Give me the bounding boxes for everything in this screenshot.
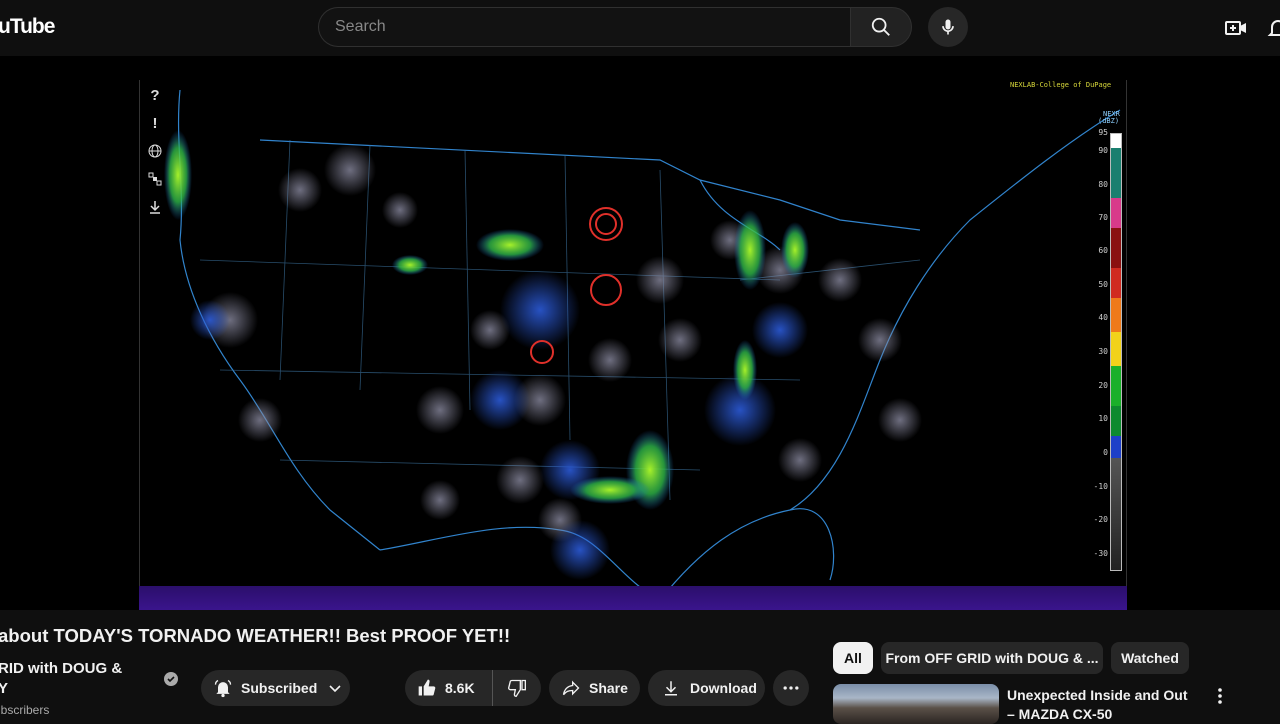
dislike-button[interactable] — [493, 670, 541, 706]
scale-label: 10 — [1098, 414, 1108, 423]
bell-ring-icon — [214, 679, 232, 698]
scale-seg — [1111, 268, 1121, 298]
download-label: Download — [690, 680, 757, 696]
like-count: 8.6K — [445, 680, 475, 696]
more-actions-button[interactable] — [773, 670, 809, 706]
channel-name[interactable]: RID with DOUG & — [0, 660, 122, 678]
create-video-icon — [1225, 21, 1246, 35]
recommendation-menu-button[interactable] — [1210, 686, 1230, 706]
thumbs-down-icon — [507, 679, 526, 698]
scale-label: -20 — [1093, 515, 1108, 524]
scale-seg — [1111, 436, 1121, 458]
subscriber-count: ubscribers — [0, 703, 50, 717]
subscribed-label: Subscribed — [241, 680, 318, 696]
radar-credit: NEXLAB-College of DuPage — [1010, 81, 1112, 89]
radar-map-graphic — [164, 89, 1121, 601]
recommendation-thumbnail[interactable] — [833, 684, 999, 724]
search-box — [318, 7, 850, 47]
scale-label: -10 — [1093, 482, 1108, 491]
chip-watched[interactable]: Watched — [1111, 642, 1189, 674]
radar-toolbar: ? ! — [146, 84, 164, 224]
scale-label: 70 — [1098, 213, 1108, 222]
youtube-logo[interactable]: uTube — [0, 15, 55, 39]
share-label: Share — [589, 680, 628, 696]
scale-seg — [1111, 458, 1121, 570]
scale-label: 95 — [1098, 128, 1108, 137]
radar-map — [139, 80, 1127, 610]
scale-seg — [1111, 148, 1121, 198]
chevron-down-icon — [329, 685, 341, 693]
scale-seg — [1111, 228, 1121, 268]
verified-badge-icon — [164, 672, 178, 686]
mic-icon — [942, 19, 954, 35]
thumbs-up-icon — [418, 679, 436, 696]
scale-label: 60 — [1098, 246, 1108, 255]
scale-seg — [1111, 332, 1121, 366]
voice-search-button[interactable] — [928, 7, 968, 47]
recommendation-title[interactable]: Unexpected Inside and Out – MAZDA CX-50 — [1007, 686, 1197, 724]
scale-seg — [1111, 406, 1121, 436]
more-vertical-icon — [1218, 688, 1222, 704]
create-button[interactable] — [1220, 12, 1252, 44]
reflectivity-scale — [1110, 133, 1122, 571]
share-button[interactable]: Share — [549, 670, 640, 706]
scale-label: 90 — [1098, 146, 1108, 155]
scale-label: 0 — [1103, 448, 1108, 457]
help-icon[interactable]: ? — [146, 84, 164, 106]
scale-label: 20 — [1098, 381, 1108, 390]
scale-label: 50 — [1098, 280, 1108, 289]
video-title: about TODAY'S TORNADO WEATHER!! Best PRO… — [0, 625, 511, 646]
satellite-icon[interactable] — [146, 168, 164, 190]
scale-label: -30 — [1093, 549, 1108, 558]
globe-icon[interactable] — [146, 140, 164, 162]
video-progress-area[interactable] — [139, 586, 1127, 610]
notifications-button[interactable] — [1266, 12, 1280, 44]
scale-seg — [1111, 366, 1121, 406]
like-dislike-group: 8.6K — [405, 670, 541, 706]
alert-icon[interactable]: ! — [146, 112, 164, 134]
search-icon — [871, 17, 890, 36]
bell-icon — [1267, 20, 1280, 36]
download-icon[interactable] — [146, 196, 164, 218]
radar-unit: (dBZ) — [1098, 117, 1120, 125]
channel-name-line2[interactable]: Y — [0, 680, 8, 697]
top-bar: uTube — [0, 0, 1280, 56]
chip-all[interactable]: All — [833, 642, 873, 674]
search-input[interactable] — [335, 8, 835, 46]
chip-from-channel[interactable]: From OFF GRID with DOUG & ... — [881, 642, 1103, 674]
download-icon — [665, 681, 677, 696]
download-button[interactable]: Download — [648, 670, 765, 706]
subscribed-button[interactable]: Subscribed — [201, 670, 350, 706]
scale-label: 80 — [1098, 180, 1108, 189]
scale-seg — [1111, 198, 1121, 228]
scale-label: 30 — [1098, 347, 1108, 356]
scale-seg — [1111, 298, 1121, 332]
search-button[interactable] — [850, 7, 912, 47]
share-icon — [562, 680, 580, 696]
scale-label: 40 — [1098, 313, 1108, 322]
like-button[interactable]: 8.6K — [405, 670, 493, 706]
scale-seg — [1111, 134, 1121, 148]
more-horizontal-icon — [783, 686, 799, 690]
